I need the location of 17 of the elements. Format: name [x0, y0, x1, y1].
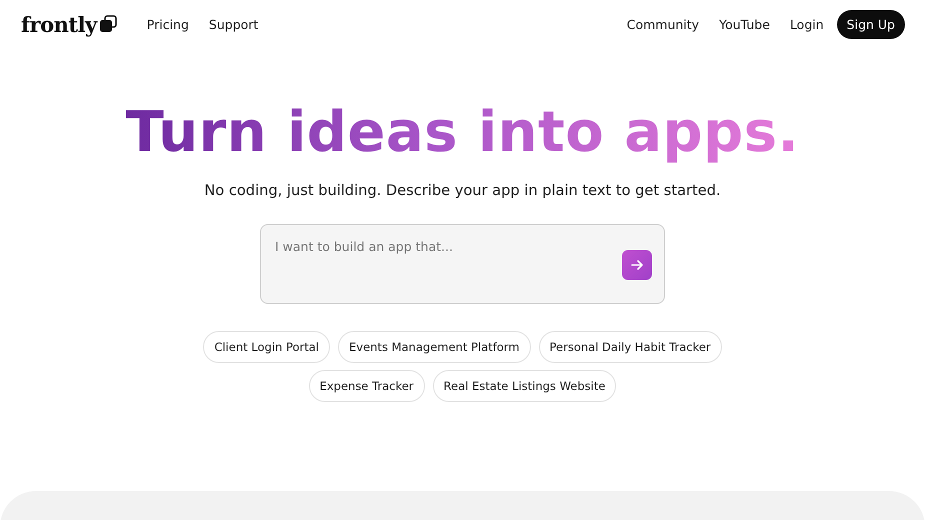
suggestion-chip[interactable]: Expense Tracker [308, 370, 425, 402]
suggestion-chip[interactable]: Personal Daily Habit Tracker [538, 331, 722, 363]
nav-link[interactable]: Login [790, 12, 824, 36]
submit-button[interactable] [622, 250, 652, 280]
prompt-field[interactable]: I want to build an app that... [275, 237, 622, 256]
suggestion-chip[interactable]: Real Estate Listings Website [432, 370, 616, 402]
nav-link[interactable]: YouTube [719, 12, 770, 36]
nav-link[interactable]: Support [208, 12, 258, 36]
logo-icon [98, 15, 117, 33]
hero-subtitle: No coding, just building. Describe your app in plain text to get started. [203, 182, 722, 199]
signup-button[interactable]: Sign Up [836, 10, 905, 38]
nav-link[interactable]: Pricing [146, 12, 189, 36]
suggestion-chip[interactable]: Events Management Platform [338, 331, 531, 363]
suggestion-chip[interactable]: Client Login Portal [203, 331, 330, 363]
logo-text[interactable]: frontly [21, 12, 97, 36]
arrow-icon [630, 258, 644, 272]
nav-link[interactable]: Community [626, 12, 700, 36]
